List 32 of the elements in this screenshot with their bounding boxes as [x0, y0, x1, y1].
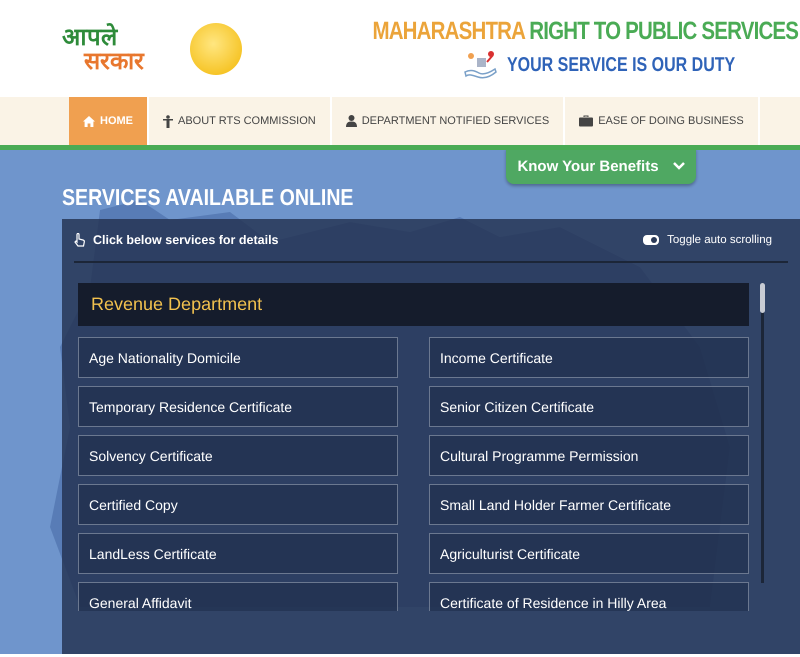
- chevron-down-icon: [672, 162, 685, 170]
- service-item[interactable]: Senior Citizen Certificate: [429, 386, 749, 427]
- nav-tab[interactable]: DEPARTMENT NOTIFIED SERVICES: [332, 97, 566, 145]
- service-item[interactable]: Solvency Certificate: [78, 435, 398, 476]
- pointing-hand-icon: [74, 233, 85, 247]
- user-icon: [346, 115, 357, 127]
- home-icon: [83, 116, 95, 126]
- nav-tab[interactable]: EASE OF DOING BUSINESS: [565, 97, 760, 145]
- helping-hand-icon: [462, 50, 499, 80]
- tagline: YOUR SERVICE IS OUR DUTY: [506, 54, 735, 76]
- section-title: SERVICES AVAILABLE ONLINE: [62, 184, 354, 211]
- site-title: MAHARASHTRA RIGHT TO PUBLIC SERVICES: [372, 17, 798, 46]
- department-heading: Revenue Department: [78, 283, 749, 326]
- service-item[interactable]: Temporary Residence Certificate: [78, 386, 398, 427]
- person-icon: [163, 114, 173, 128]
- service-item[interactable]: Certificate of Residence in Hilly Area: [429, 582, 749, 611]
- service-item[interactable]: Certified Copy: [78, 484, 398, 525]
- nav-tab[interactable]: ABOUT RTS COMMISSION: [149, 97, 332, 145]
- service-item[interactable]: Cultural Programme Permission: [429, 435, 749, 476]
- toggle-label: Toggle auto scrolling: [667, 234, 772, 246]
- scrollbar[interactable]: [761, 283, 764, 583]
- service-item[interactable]: LandLess Certificate: [78, 533, 398, 574]
- logo: आपले सरकार: [62, 24, 146, 72]
- service-item[interactable]: Agriculturist Certificate: [429, 533, 749, 574]
- hint-text: Click below services for details: [93, 233, 278, 247]
- briefcase-icon: [579, 115, 594, 127]
- service-item[interactable]: Income Certificate: [429, 337, 749, 378]
- service-item[interactable]: General Affidavit: [78, 582, 398, 611]
- auto-scroll-toggle[interactable]: [643, 235, 660, 245]
- service-item[interactable]: Age Nationality Domicile: [78, 337, 398, 378]
- service-item[interactable]: Small Land Holder Farmer Certificate: [429, 484, 749, 525]
- emblem-icon: [190, 22, 242, 74]
